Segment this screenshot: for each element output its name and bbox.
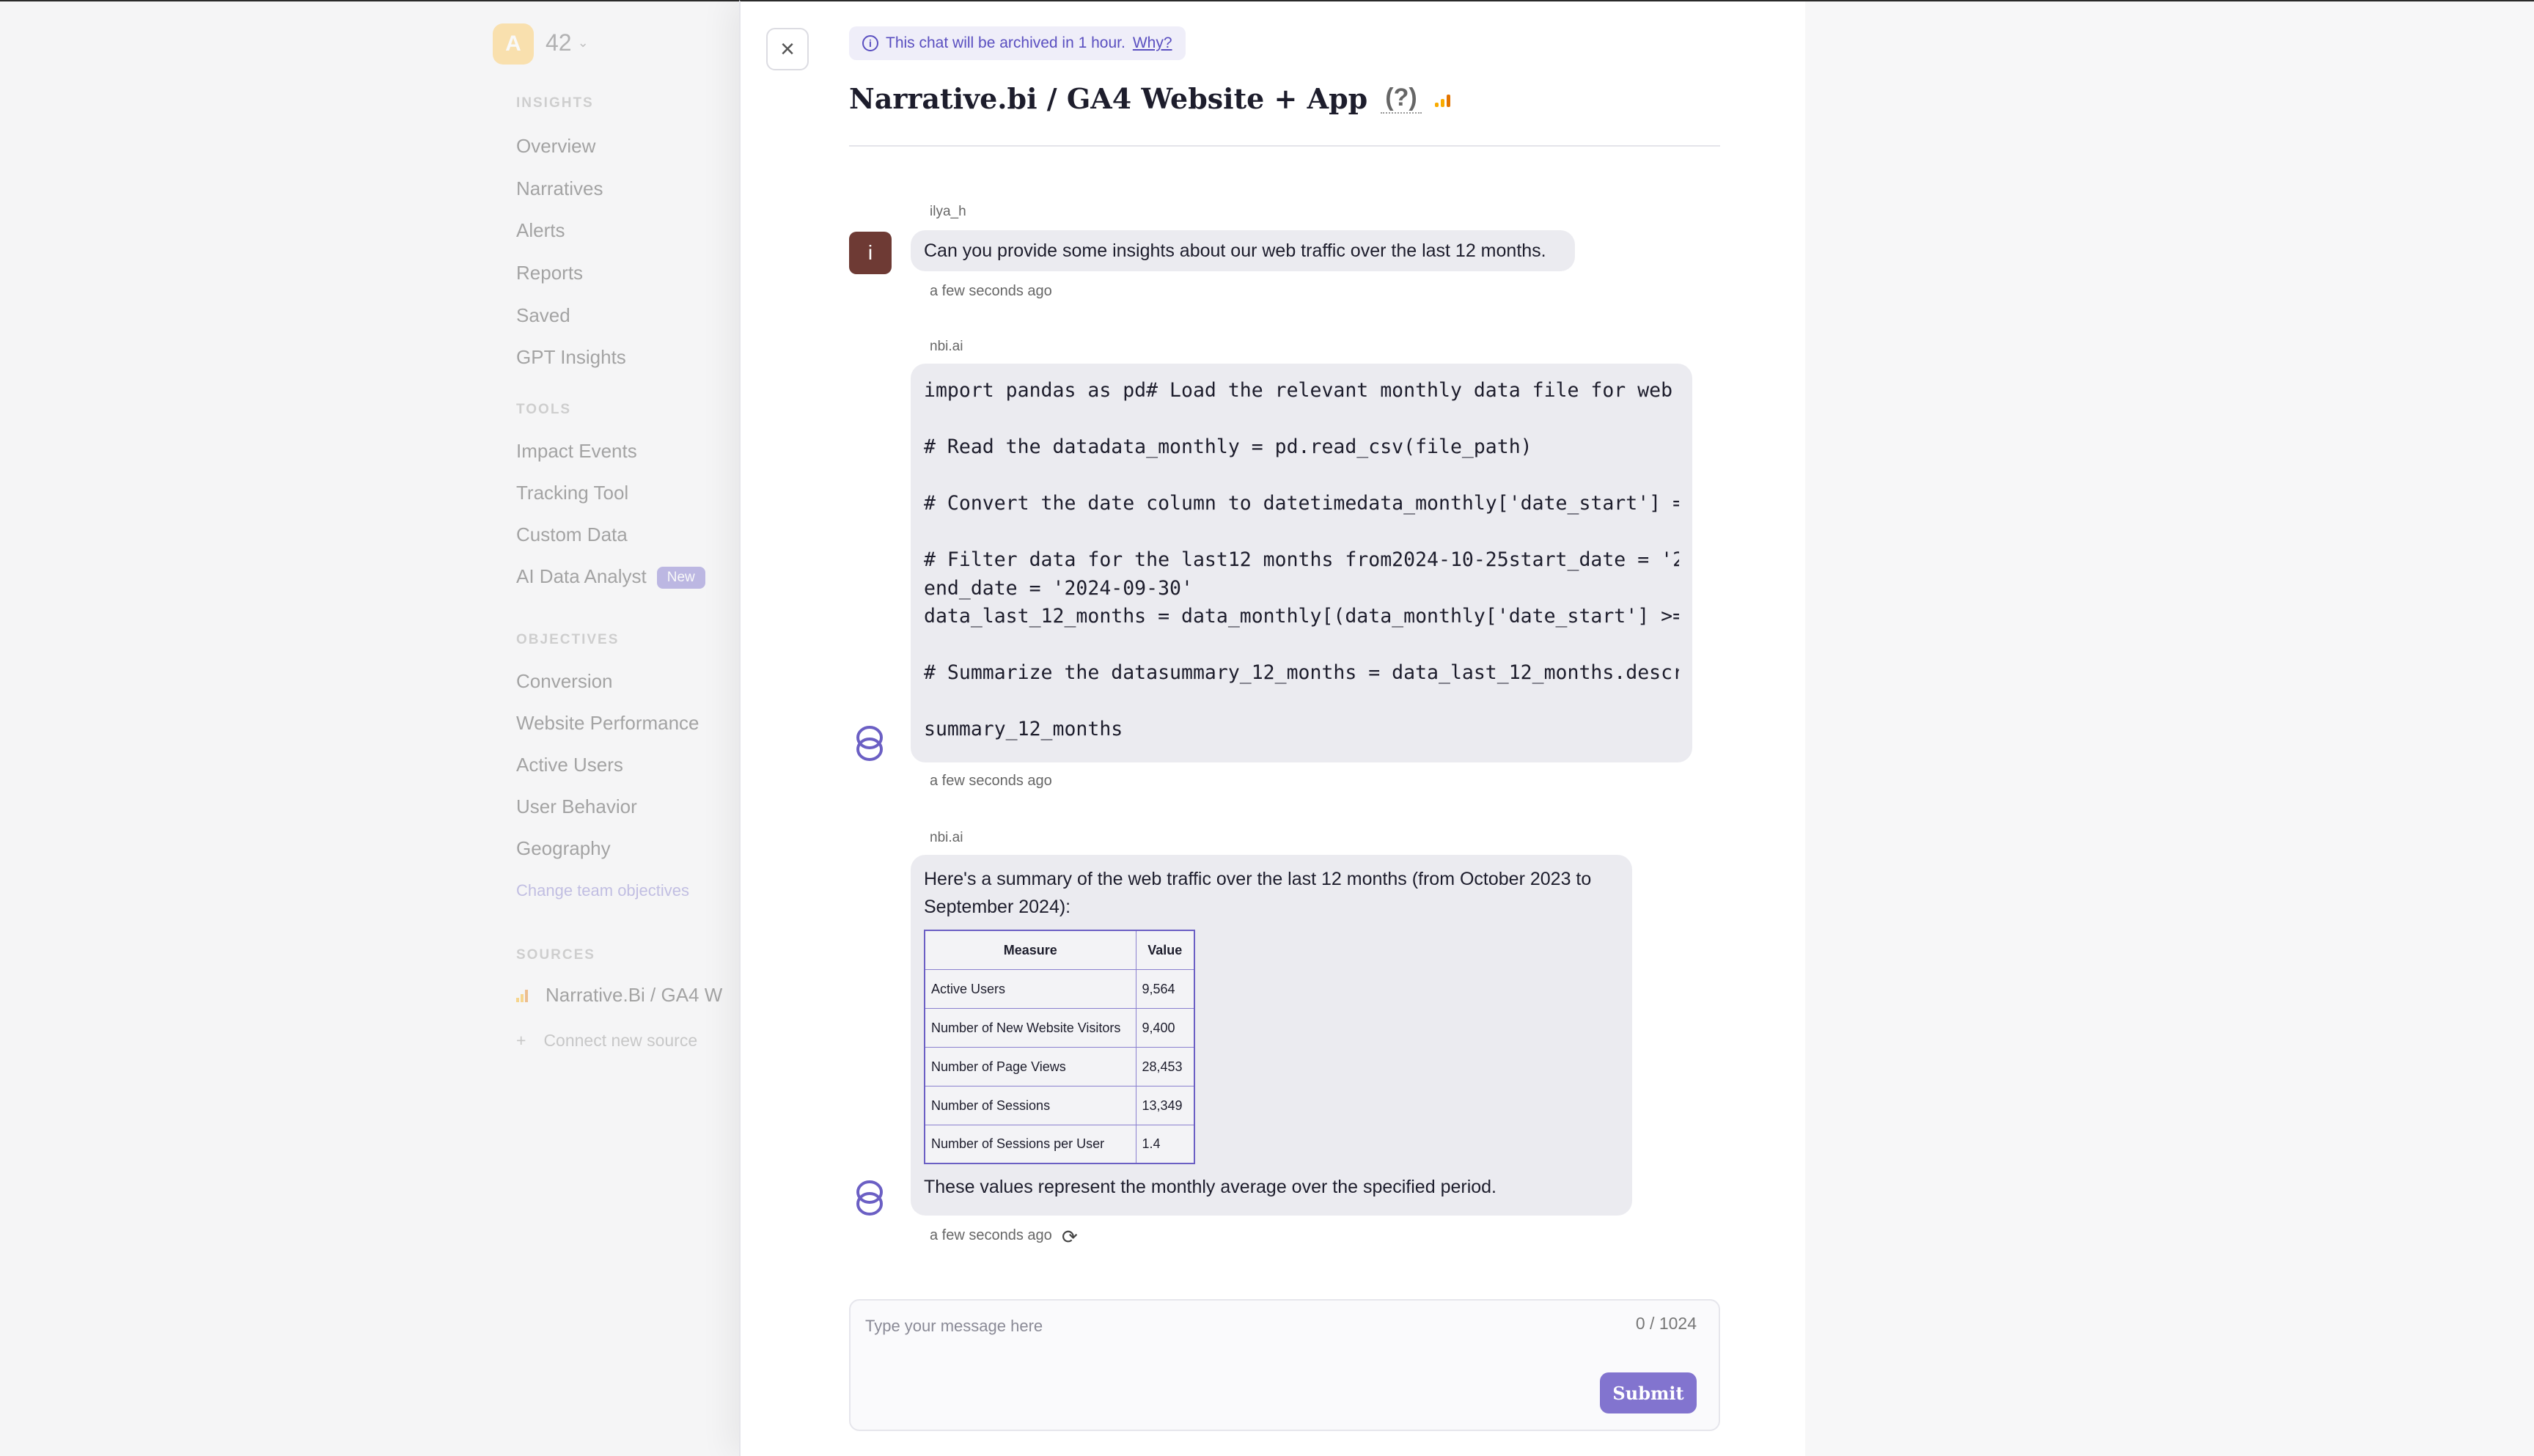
summary-message: Here's a summary of the web traffic over…	[911, 855, 1632, 1216]
table-cell: 13,349	[1135, 1085, 1195, 1125]
info-icon: i	[862, 35, 878, 51]
regenerate-icon[interactable]: ⟳	[1062, 1226, 1078, 1249]
archive-text: This chat will be archived in 1 hour.	[886, 34, 1125, 51]
table-cell: 1.4	[1135, 1124, 1195, 1164]
code-message: import pandas as pd# Load the relevant m…	[911, 364, 1692, 762]
table-row: Active Users 9,564	[924, 968, 1195, 1009]
table-cell: Number of Page Views	[924, 1046, 1136, 1087]
user-message: Can you provide some insights about our …	[911, 230, 1575, 271]
plus-icon: +	[516, 1031, 526, 1050]
table-cell: Active Users	[924, 968, 1136, 1009]
nav-ai-data-analyst[interactable]: AI Data Analyst New	[516, 565, 705, 589]
user-avatar: i	[849, 232, 892, 274]
nav-custom-data[interactable]: Custom Data	[516, 523, 628, 546]
team-count: 42	[546, 29, 572, 56]
message-author: nbi.ai	[930, 339, 963, 354]
table-cell: 9,400	[1135, 1007, 1195, 1048]
nav-alerts[interactable]: Alerts	[516, 219, 565, 242]
submit-button[interactable]: Submit	[1600, 1372, 1697, 1413]
table-cell: 9,564	[1135, 968, 1195, 1009]
table-row: Number of Sessions per User 1.4	[924, 1124, 1195, 1164]
team-switcher[interactable]: 42 ⌄	[546, 29, 589, 56]
new-badge: New	[656, 567, 705, 589]
nav-impact-events[interactable]: Impact Events	[516, 440, 637, 463]
bot-avatar-icon	[856, 1180, 883, 1216]
nav-gpt-insights[interactable]: GPT Insights	[516, 346, 626, 369]
chat-title: Narrative.bi / GA4 Website + App (?)	[849, 82, 1450, 115]
connect-source-button[interactable]: + Connect new source	[516, 1031, 697, 1051]
help-icon[interactable]: (?)	[1381, 84, 1422, 114]
section-sources: SOURCES	[516, 947, 595, 963]
nav-website-performance[interactable]: Website Performance	[516, 712, 699, 735]
table-header-measure: Measure	[924, 930, 1136, 970]
title-divider	[849, 145, 1720, 147]
table-cell: Number of New Website Visitors	[924, 1007, 1136, 1048]
source-name: Narrative.Bi / GA4 W	[546, 984, 723, 1006]
summary-outro: These values represent the monthly avera…	[924, 1177, 1497, 1197]
table-cell: Number of Sessions	[924, 1085, 1136, 1125]
nav-user-behavior[interactable]: User Behavior	[516, 795, 637, 818]
message-timestamp: a few seconds ago	[930, 283, 1052, 299]
change-objectives-link[interactable]: Change team objectives	[516, 881, 689, 900]
message-timestamp: a few seconds ago	[930, 773, 1052, 789]
page-title: Narrative.bi / GA4 Website + App	[849, 82, 1368, 115]
table-cell: Number of Sessions per User	[924, 1124, 1136, 1164]
nav-narratives[interactable]: Narratives	[516, 177, 603, 200]
nav-saved[interactable]: Saved	[516, 304, 570, 327]
close-button[interactable]: ×	[766, 28, 809, 70]
char-counter: 0 / 1024	[1635, 1314, 1697, 1333]
nav-active-users[interactable]: Active Users	[516, 754, 623, 776]
message-timestamp: a few seconds ago	[930, 1227, 1052, 1243]
archive-why-link[interactable]: Why?	[1133, 34, 1172, 52]
sidebar: A 42 ⌄ INSIGHTS Overview Narratives Aler…	[0, 0, 739, 1456]
nav-geography[interactable]: Geography	[516, 837, 611, 860]
nav-conversion[interactable]: Conversion	[516, 670, 613, 693]
message-author: ilya_h	[930, 204, 966, 219]
right-backdrop	[1805, 0, 2534, 1456]
code-block: import pandas as pd# Load the relevant m…	[924, 379, 1679, 740]
nav-tracking-tool[interactable]: Tracking Tool	[516, 482, 628, 504]
table-row: Number of Sessions 13,349	[924, 1085, 1195, 1125]
section-objectives: OBJECTIVES	[516, 632, 620, 647]
message-composer: Type your message here 0 / 1024 Submit	[849, 1299, 1720, 1431]
connect-source-label: Connect new source	[543, 1031, 698, 1050]
table-row: Number of Page Views 28,453	[924, 1046, 1195, 1087]
summary-intro: Here's a summary of the web traffic over…	[924, 869, 1592, 917]
nav-overview[interactable]: Overview	[516, 135, 595, 158]
section-insights: INSIGHTS	[516, 95, 594, 111]
table-row: Number of New Website Visitors 9,400	[924, 1007, 1195, 1048]
bot-avatar-icon	[856, 726, 883, 761]
team-logo[interactable]: A	[493, 23, 534, 65]
message-author: nbi.ai	[930, 830, 963, 845]
message-input[interactable]: Type your message here	[865, 1317, 1043, 1336]
summary-table: Measure Value Active Users 9,564 Number …	[924, 930, 1195, 1164]
nav-reports[interactable]: Reports	[516, 262, 583, 284]
table-cell: 28,453	[1135, 1046, 1195, 1087]
ga-icon	[516, 989, 528, 1002]
close-icon: ×	[780, 34, 795, 63]
archive-notice: i This chat will be archived in 1 hour. …	[849, 26, 1186, 60]
google-analytics-icon	[1434, 91, 1450, 107]
chevron-down-icon: ⌄	[577, 35, 589, 50]
table-header-value: Value	[1135, 930, 1195, 970]
section-tools: TOOLS	[516, 402, 572, 417]
source-item[interactable]: Narrative.Bi / GA4 W	[516, 984, 722, 1007]
nav-ai-data-analyst-label: AI Data Analyst	[516, 565, 647, 587]
